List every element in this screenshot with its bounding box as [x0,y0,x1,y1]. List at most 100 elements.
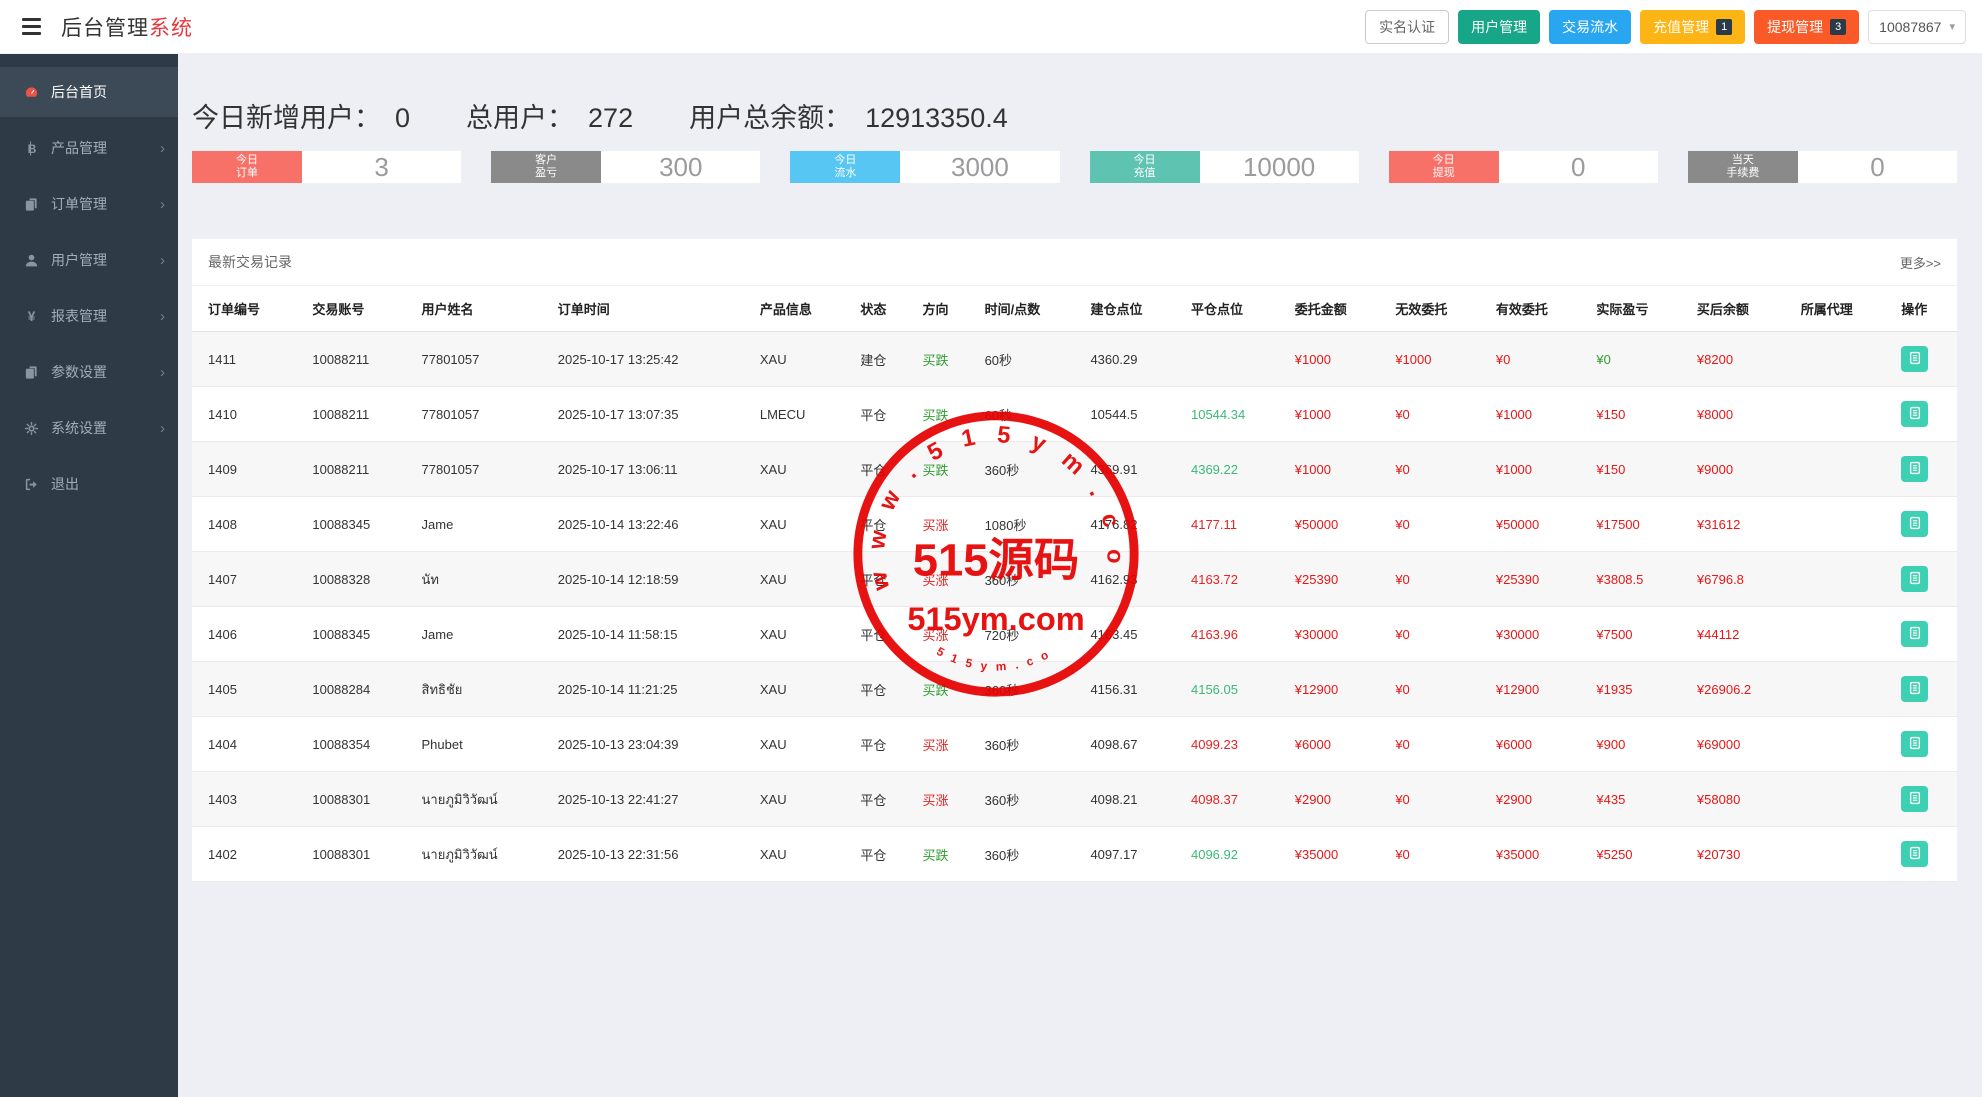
header-buttons: 实名认证 用户管理 交易流水 充值管理 1 提现管理 3 [1365,9,1860,44]
app-title-red: 系统 [149,16,193,40]
cell-status: 平仓 [852,771,915,827]
column-header-买后余额: 买后余额 [1688,286,1793,332]
cell-entrust-amount: ¥2900 [1286,771,1388,827]
cell-trade-account: 10088354 [304,716,414,772]
sidebar-item-系统设置[interactable]: 系统设置 › [0,403,178,453]
sidebar-item-用户管理[interactable]: 用户管理 › [0,235,178,285]
stat-box-label-line2: 手续费 [1726,167,1760,179]
cell-close-price: 4177.11 [1182,496,1287,552]
chevron-right-icon: › [160,419,165,437]
cell-agent [1792,331,1894,387]
cell-entrust-amount: ¥1000 [1286,331,1388,387]
stat-box-label: 客户 盈亏 [491,151,602,183]
cell-direction: 买涨 [914,551,977,607]
cell-invalid-entrust: ¥0 [1387,441,1488,497]
cell-trade-account: 10088301 [304,826,414,882]
cell-order-id: 1402 [192,826,305,882]
cell-trade-account: 10088211 [304,441,414,497]
cell-close-price: 4156.05 [1182,661,1287,717]
sidebar-item-产品管理[interactable]: B 产品管理 › [0,123,178,173]
cell-order-id: 1406 [192,606,305,662]
cell-close-price [1182,331,1287,387]
cell-action [1893,386,1957,442]
cell-invalid-entrust: ¥0 [1387,551,1488,607]
header-button-用户管理[interactable]: 用户管理 [1458,9,1541,44]
app-title: 后台管理系统 [61,12,193,42]
menu-toggle-icon[interactable] [18,14,45,39]
row-detail-button[interactable] [1901,676,1929,702]
sidebar-item-报表管理[interactable]: ¥ 报表管理 › [0,291,178,341]
cell-invalid-entrust: ¥0 [1387,606,1488,662]
list-icon [1908,681,1922,698]
app-root: 后台管理系统 实名认证 用户管理 交易流水 充值管理 1 提现管理 3 10087867 ▾… [0,0,1982,1097]
cell-after-balance: ¥20730 [1688,826,1793,882]
sidebar: 后台首页 B 产品管理 › 订单管理 › 用户管理 › ¥ 报表管理 › 参数设置 › 系统设置 › 退出 [0,54,178,1097]
more-link[interactable]: 更多>> [1900,253,1941,272]
cell-after-balance: ¥26906.2 [1688,661,1793,717]
cell-entrust-amount: ¥12900 [1286,661,1388,717]
sidebar-item-参数设置[interactable]: 参数设置 › [0,347,178,397]
cell-invalid-entrust: ¥0 [1387,661,1488,717]
cell-order-time: 2025-10-14 13:22:46 [549,496,752,552]
cell-order-time: 2025-10-14 12:18:59 [549,551,752,607]
row-detail-button[interactable] [1901,841,1929,867]
cell-order-id: 1410 [192,386,305,442]
header-button-实名认证[interactable]: 实名认证 [1365,9,1450,44]
users-icon [22,253,40,268]
headline-stat-value: 272 [588,103,634,133]
header-button-交易流水[interactable]: 交易流水 [1549,9,1632,44]
row-detail-button[interactable] [1901,621,1929,647]
cell-action [1893,771,1957,827]
row-detail-button[interactable] [1901,511,1929,537]
stat-box-label-line1: 当天 [1731,154,1754,166]
cell-duration: 360秒 [976,826,1083,882]
headline-stat: 今日新增用户： 0 [192,96,410,135]
row-detail-button[interactable] [1901,566,1929,592]
cell-duration: 360秒 [976,441,1083,497]
row-detail-button[interactable] [1901,346,1929,372]
cell-agent [1792,386,1894,442]
chevron-right-icon: › [160,139,165,157]
cell-actual-profit: ¥5250 [1588,826,1689,882]
table-row: 1409 10088211 77801057 2025-10-17 13:06:11 X… [192,441,1957,497]
table-row: 1405 10088284 สิทธิชัย 2025-10-14 11:21:25 X… [192,661,1957,717]
stat-box-value: 3 [302,151,462,183]
sidebar-item-退出[interactable]: 退出 [0,459,178,509]
stat-box-value: 0 [1797,151,1958,183]
cell-order-time: 2025-10-13 22:41:27 [549,771,752,827]
list-icon [1908,846,1922,863]
stat-box-今日流水: 今日 流水 3000 [790,151,1060,183]
cell-open-price: 4098.21 [1082,771,1183,827]
stat-boxes: 今日 订单 3 客户 盈亏 300 今日 流水 3000 今日 充值 10000 今日 提现 0 当天 手续费 0 [192,151,1958,183]
account-dropdown[interactable]: 10087867 ▾ [1868,9,1966,44]
cell-order-id: 1409 [192,441,305,497]
row-detail-button[interactable] [1901,731,1929,757]
sidebar-item-订单管理[interactable]: 订单管理 › [0,179,178,229]
cell-direction: 买跌 [914,661,977,717]
stat-box-今日订单: 今日 订单 3 [192,151,462,183]
sidebar-item-label: 系统设置 [51,420,107,436]
header-button-label: 交易流水 [1562,18,1619,35]
cell-actual-profit: ¥17500 [1588,496,1689,552]
header-button-提现管理[interactable]: 提现管理 3 [1754,9,1860,44]
header-button-label: 用户管理 [1471,18,1528,35]
row-detail-button[interactable] [1901,401,1929,427]
cell-invalid-entrust: ¥0 [1387,716,1488,772]
cell-product-info: LMECU [751,386,853,442]
row-detail-button[interactable] [1901,786,1929,812]
column-header-交易账号: 交易账号 [304,286,414,332]
cell-valid-entrust: ¥25390 [1487,551,1589,607]
header-button-充值管理[interactable]: 充值管理 1 [1640,9,1746,44]
cell-status: 平仓 [852,661,915,717]
cell-duration: 60秒 [976,331,1083,387]
cell-product-info: XAU [751,606,853,662]
cell-agent [1792,826,1894,882]
row-detail-button[interactable] [1901,456,1929,482]
panel-header: 最新交易记录 更多>> [192,239,1957,286]
sidebar-item-后台首页[interactable]: 后台首页 [0,67,178,117]
sidebar-item-label: 后台首页 [51,84,107,100]
list-icon [1908,461,1922,478]
cell-trade-account: 10088211 [304,331,414,387]
cell-status: 建仓 [852,331,915,387]
table-row: 1411 10088211 77801057 2025-10-17 13:25:42 X… [192,331,1957,387]
